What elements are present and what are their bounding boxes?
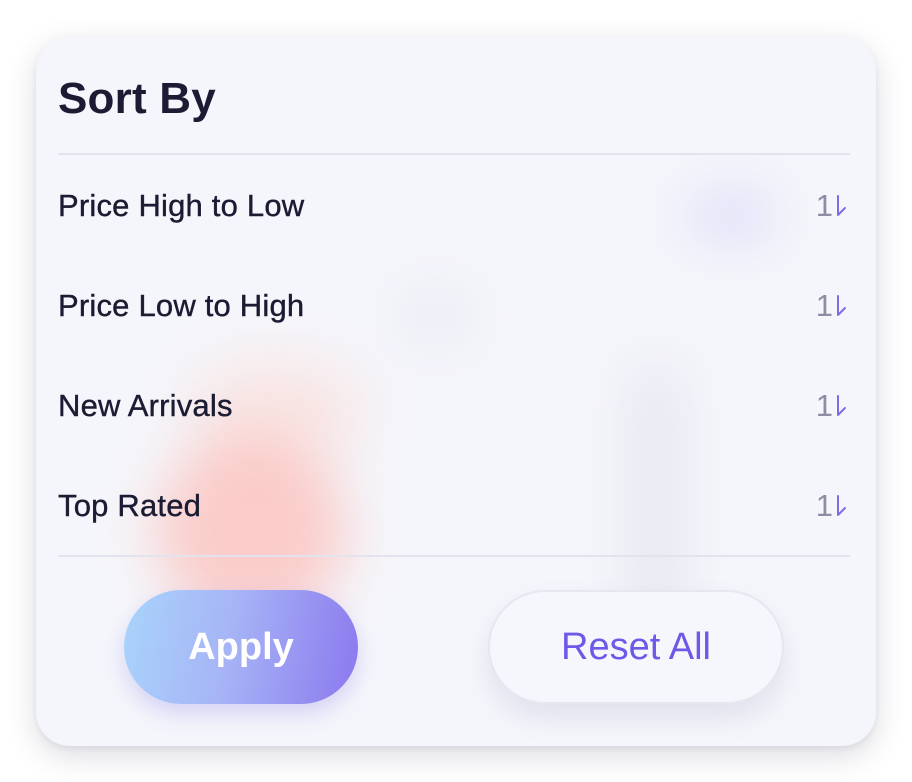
sort-option-price-high-to-low[interactable]: Price High to Low 1 [58,156,850,256]
apply-button[interactable]: Apply [124,590,358,704]
sort-option-new-arrivals[interactable]: New Arrivals 1 [58,356,850,456]
sort-arrow-icon [837,495,846,516]
sort-icon: 1 [816,388,848,424]
sort-option-label: Price High to Low [58,188,305,223]
sort-icon: 1 [816,488,848,524]
sort-sheet: Sort By Price High to Low 1 Price Low to… [36,36,876,746]
divider [58,153,850,155]
sort-arrow-icon [837,295,846,316]
sort-icon-digit: 1 [815,388,833,423]
sort-option-label: New Arrivals [58,388,233,423]
sort-option-top-rated[interactable]: Top Rated 1 [58,456,850,556]
sort-arrow-icon [837,395,846,416]
sort-option-label: Top Rated [58,488,202,523]
sort-option-price-low-to-high[interactable]: Price Low to High 1 [58,256,850,356]
sort-option-label: Price Low to High [58,288,305,323]
reset-all-button[interactable]: Reset All [488,590,784,704]
screen: Sort By Price High to Low 1 Price Low to… [0,0,912,782]
divider [58,555,850,557]
sheet-title: Sort By [58,74,216,123]
sort-icon-digit: 1 [815,488,833,523]
sort-options-list: Price High to Low 1 Price Low to High 1 [58,156,850,556]
sort-icon: 1 [816,288,848,324]
sort-icon-digit: 1 [815,188,833,223]
sort-arrow-icon [837,195,846,216]
sort-icon-digit: 1 [815,288,833,323]
sort-icon: 1 [816,188,848,224]
